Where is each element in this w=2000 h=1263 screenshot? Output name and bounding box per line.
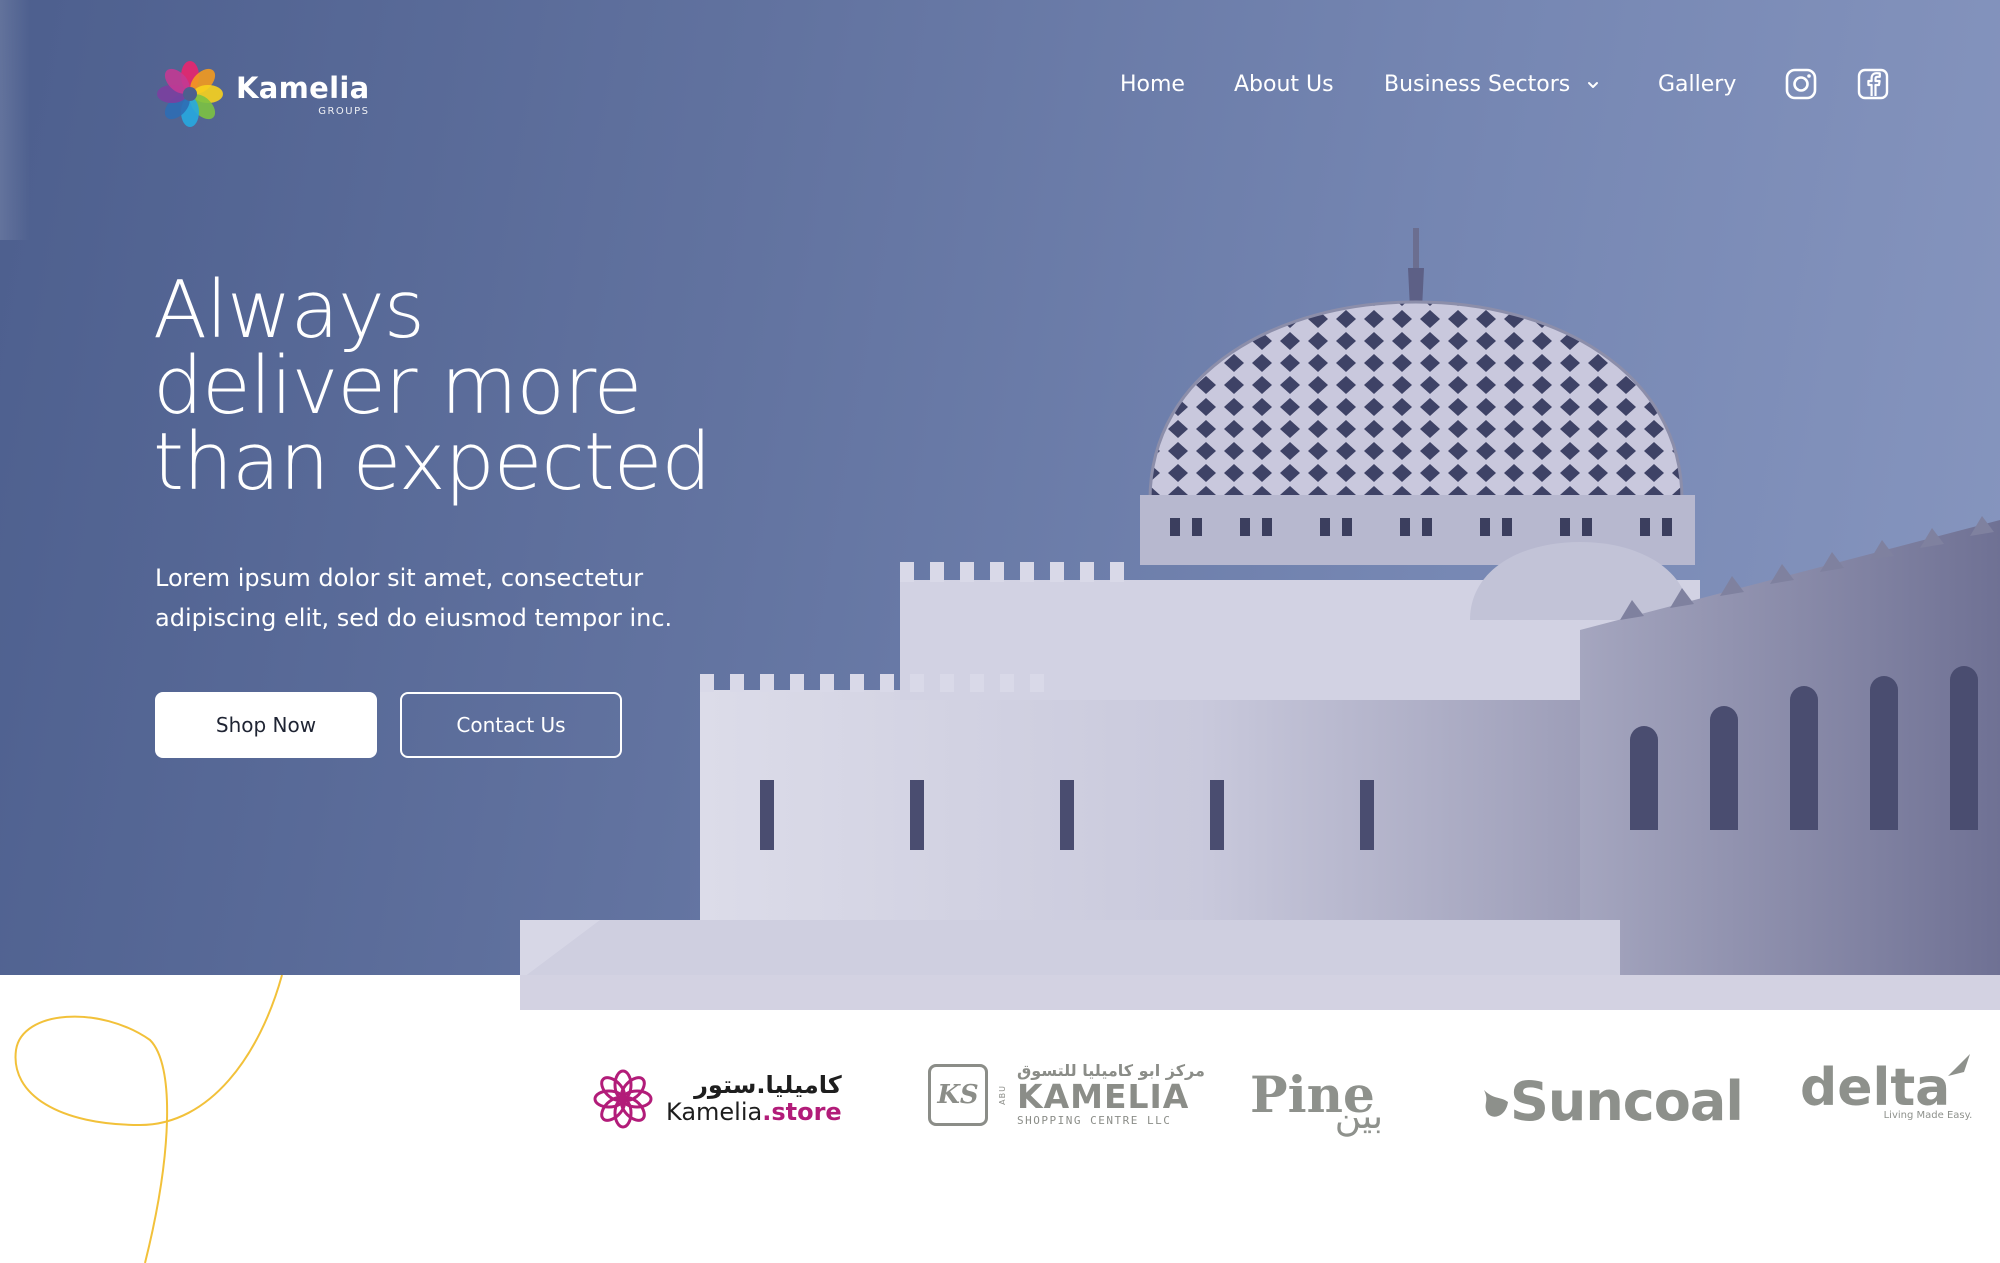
kamelia-store-arabic: كاميليا.ستور (694, 1071, 842, 1099)
shop-now-button[interactable]: Shop Now (155, 692, 377, 758)
facebook-icon[interactable] (1856, 67, 1890, 101)
brand-name: Kamelia (236, 70, 370, 105)
ks-name: KAMELIA (1017, 1077, 1190, 1116)
hero-edge-texture (0, 0, 30, 240)
brand-subtitle: GROUPS (318, 105, 370, 117)
delta-word: delta (1800, 1058, 1951, 1118)
suncoal-logo[interactable]: Suncoal (1480, 1070, 1744, 1133)
delta-logo[interactable]: delta Living Made Easy. (1800, 1054, 1972, 1121)
flame-icon (1484, 1089, 1508, 1117)
nav-about-link[interactable]: About Us (1234, 72, 1334, 97)
flower-logo-icon (157, 61, 223, 127)
brand-wordmark: Kamelia GROUPS (236, 72, 369, 117)
kamelia-store-logo[interactable]: كاميليا.ستور Kamelia.store (590, 1066, 842, 1132)
decorative-curve (14, 975, 283, 1263)
brand-logo[interactable]: Kamelia GROUPS (156, 60, 369, 128)
arrow-mark-icon (1948, 1054, 1971, 1076)
nav-business-sectors-label: Business Sectors (1384, 71, 1571, 97)
chevron-down-icon (1588, 82, 1599, 88)
nav-gallery-link[interactable]: Gallery (1658, 72, 1736, 97)
ks-vertical-text: ABU (998, 1084, 1007, 1105)
flower-outline-icon (593, 1069, 653, 1129)
instagram-icon[interactable] (1784, 67, 1818, 101)
pine-logo[interactable]: Pine بين (1250, 1052, 1383, 1137)
ks-monogram: KS (928, 1063, 988, 1126)
nav-home-link[interactable]: Home (1120, 72, 1185, 97)
mosque-image (520, 228, 2000, 1010)
partner-brands: كاميليا.ستور Kamelia.store KS ABU مركز ا… (580, 1050, 1980, 1180)
nav-business-sectors-dropdown[interactable]: Business Sectors (1384, 72, 1600, 97)
suncoal-word: Suncoal (1510, 1070, 1744, 1133)
kamelia-store-name: Kamelia.store (666, 1098, 842, 1126)
pine-arabic: بين (1334, 1096, 1384, 1137)
abu-kamelia-shopping-logo[interactable]: KS ABU مركز ابو كاميليا للتسوق KAMELIA S… (928, 1062, 1205, 1127)
ks-subtitle: SHOPPING CENTRE LLC (1017, 1114, 1172, 1127)
